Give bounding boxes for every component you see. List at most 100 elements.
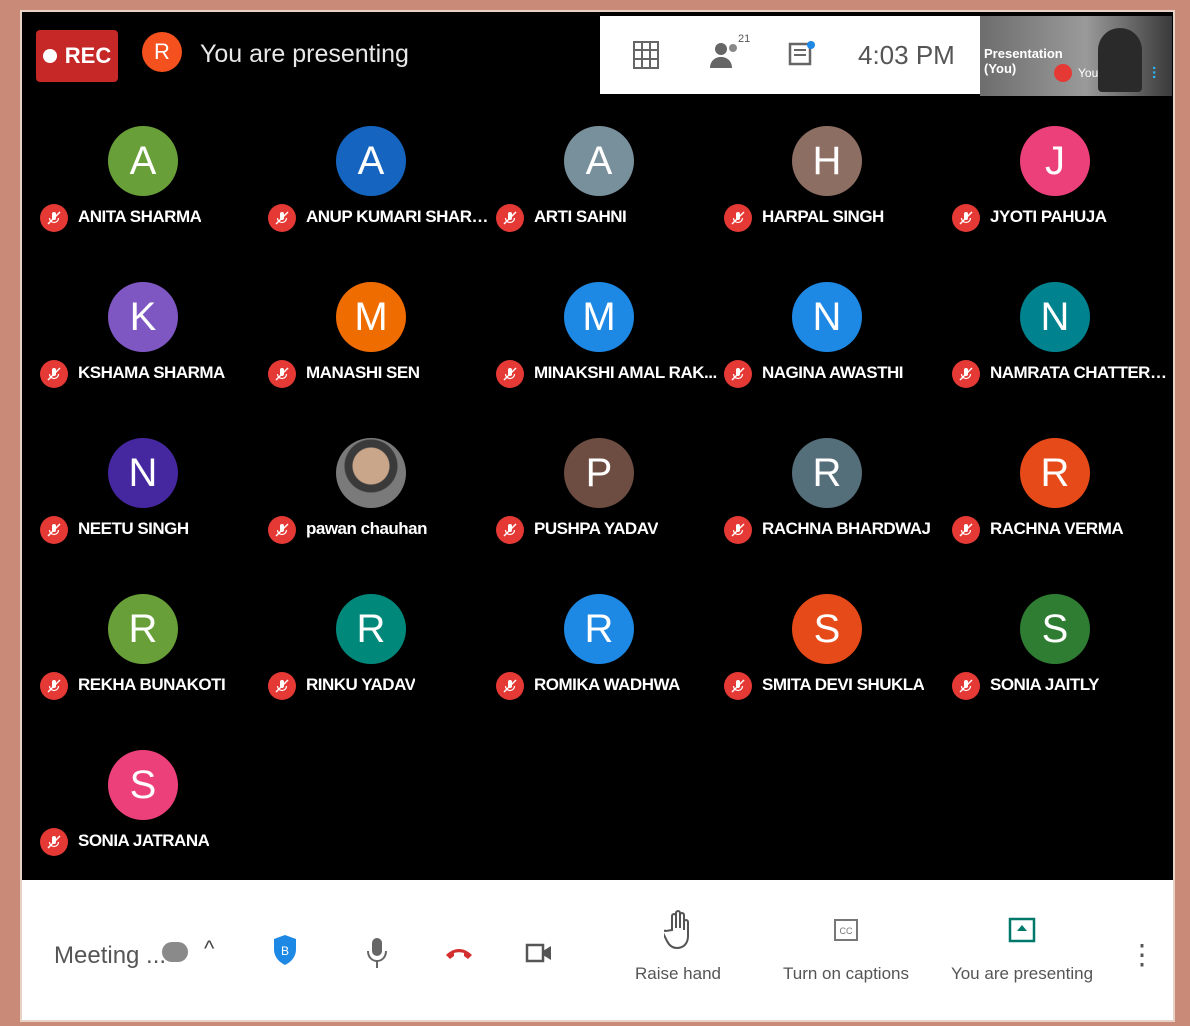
participant-tile[interactable]: J JYOTI PAHUJA	[948, 112, 1173, 262]
participant-avatar: S	[1020, 594, 1090, 664]
mic-off-icon	[496, 204, 524, 232]
raise-hand-button[interactable]: Raise hand	[598, 910, 758, 984]
security-shield-icon[interactable]: B	[272, 934, 298, 966]
captions-icon: CC	[766, 910, 926, 950]
participant-name: NAMRATA CHATTERJEE	[990, 363, 1174, 382]
chevron-up-icon[interactable]: ^	[204, 936, 214, 962]
recording-badge: REC	[36, 30, 118, 82]
participant-name: JYOTI PAHUJA	[990, 207, 1107, 226]
audio-level-icon: ⫶	[1152, 66, 1157, 83]
participant-avatar: S	[108, 750, 178, 820]
more-options-icon[interactable]: ⋮	[1128, 938, 1156, 971]
svg-text:B: B	[281, 944, 289, 958]
people-icon[interactable]: 21	[708, 33, 750, 73]
participant-name: REKHA BUNAKOTI	[78, 675, 226, 694]
self-mic-off-icon	[1054, 64, 1072, 82]
mic-off-icon	[952, 360, 980, 388]
presenter-avatar: R	[142, 32, 182, 72]
top-info-bar: 21 4:03 PM	[600, 16, 980, 94]
self-view-you: You	[1078, 66, 1099, 80]
participant-name: RACHNA BHARDWAJ	[762, 519, 931, 538]
mic-off-icon	[40, 516, 68, 544]
participant-avatar: R	[564, 594, 634, 664]
mic-off-icon	[40, 672, 68, 700]
participant-name: ANITA SHARMA	[78, 207, 202, 226]
clock-time: 4:03 PM	[858, 39, 955, 70]
bottom-control-bar: Meeting ... ^ B Raise hand CC Turn on ca…	[22, 880, 1173, 1020]
participant-avatar: J	[1020, 126, 1090, 196]
participant-tile[interactable]: R RINKU YADAV	[264, 580, 492, 730]
mic-off-icon	[268, 204, 296, 232]
present-button[interactable]: You are presenting	[942, 910, 1102, 984]
participant-avatar: N	[1020, 282, 1090, 352]
participant-tile[interactable]: M MANASHI SEN	[264, 268, 492, 418]
participant-name: ANUP KUMARI SHARMA	[306, 207, 490, 226]
participant-tile[interactable]: S SONIA JATRANA	[36, 736, 264, 886]
mic-off-icon	[40, 828, 68, 856]
hand-icon	[598, 910, 758, 950]
participant-name: HARPAL SINGH	[762, 207, 884, 226]
participant-name: ARTI SAHNI	[534, 207, 627, 226]
participant-tile[interactable]: P PUSHPA YADAV	[492, 424, 720, 574]
captions-button[interactable]: CC Turn on captions	[766, 910, 926, 984]
chat-icon[interactable]	[784, 37, 820, 73]
participant-tile[interactable]: A ANITA SHARMA	[36, 112, 264, 262]
participant-name: pawan chauhan	[306, 519, 428, 538]
participant-avatar: N	[792, 282, 862, 352]
participant-tile[interactable]: R REKHA BUNAKOTI	[36, 580, 264, 730]
participant-name: RACHNA VERMA	[990, 519, 1124, 538]
people-count: 21	[738, 33, 751, 45]
mic-off-icon	[40, 204, 68, 232]
participant-tile[interactable]: M MINAKSHI AMAL RAK...	[492, 268, 720, 418]
participant-tile[interactable]: N NAGINA AWASTHI	[720, 268, 948, 418]
grid-layout-icon[interactable]	[628, 37, 664, 73]
participant-tile[interactable]: S SMITA DEVI SHUKLA	[720, 580, 948, 730]
participant-avatar: M	[564, 282, 634, 352]
participant-avatar: K	[108, 282, 178, 352]
meeting-details-button[interactable]: Meeting ...	[54, 942, 166, 970]
participant-avatar: R	[792, 438, 862, 508]
mic-off-icon	[268, 360, 296, 388]
camera-button[interactable]	[514, 928, 564, 978]
participant-name: RINKU YADAV	[306, 675, 416, 694]
captions-label: Turn on captions	[783, 964, 909, 983]
participant-name: SMITA DEVI SHUKLA	[762, 675, 925, 694]
leave-call-button[interactable]	[434, 928, 484, 978]
meeting-chat-icon[interactable]	[162, 942, 188, 962]
participant-photo	[336, 438, 406, 508]
mic-off-icon	[724, 204, 752, 232]
mic-off-icon	[724, 360, 752, 388]
participant-tile[interactable]: H HARPAL SINGH	[720, 112, 948, 262]
participant-avatar: A	[108, 126, 178, 196]
participant-avatar: M	[336, 282, 406, 352]
mic-off-icon	[952, 516, 980, 544]
participant-tile[interactable]: R RACHNA VERMA	[948, 424, 1173, 574]
participant-avatar: R	[1020, 438, 1090, 508]
mic-off-icon	[40, 360, 68, 388]
participant-tile[interactable]: N NEETU SINGH	[36, 424, 264, 574]
participant-name: KSHAMA SHARMA	[78, 363, 225, 382]
present-screen-icon	[942, 910, 1102, 950]
participant-tile[interactable]: R ROMIKA WADHWA	[492, 580, 720, 730]
svg-text:CC: CC	[840, 926, 853, 936]
participant-tile[interactable]: S SONIA JAITLY	[948, 580, 1173, 730]
participant-tile[interactable]: pawan chauhan	[264, 424, 492, 574]
microphone-button[interactable]	[352, 928, 402, 978]
self-view-tile[interactable]: Presentation (You) You ⫶	[980, 16, 1172, 96]
participant-name: SONIA JATRANA	[78, 831, 210, 850]
mic-off-icon	[724, 516, 752, 544]
participant-tile[interactable]: K KSHAMA SHARMA	[36, 268, 264, 418]
self-video-person	[1098, 28, 1142, 92]
mic-off-icon	[496, 672, 524, 700]
participant-avatar: N	[108, 438, 178, 508]
participant-tile[interactable]: R RACHNA BHARDWAJ	[720, 424, 948, 574]
participant-avatar: S	[792, 594, 862, 664]
participant-avatar: P	[564, 438, 634, 508]
participant-tile[interactable]: A ANUP KUMARI SHARMA	[264, 112, 492, 262]
meeting-window: REC R You are presenting 21 4:03 PM Pres…	[20, 10, 1175, 1022]
participant-name: ROMIKA WADHWA	[534, 675, 680, 694]
participant-tile[interactable]: N NAMRATA CHATTERJEE	[948, 268, 1174, 418]
participant-tile[interactable]: A ARTI SAHNI	[492, 112, 720, 262]
mic-off-icon	[268, 516, 296, 544]
mic-off-icon	[496, 360, 524, 388]
